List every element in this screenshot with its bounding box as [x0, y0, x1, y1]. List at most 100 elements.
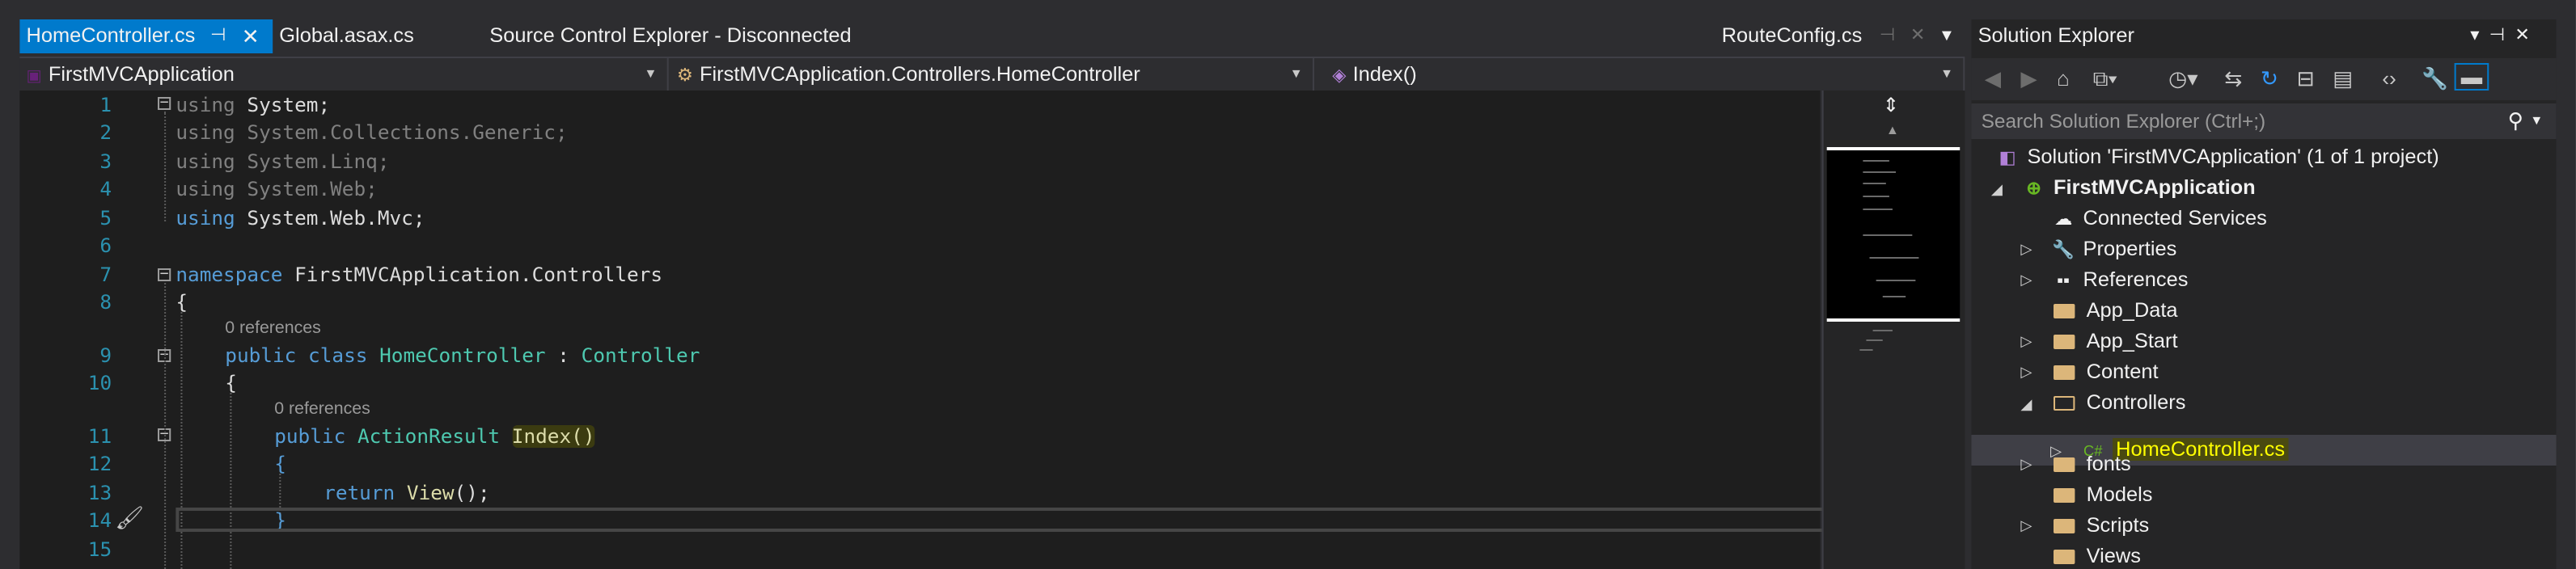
search-input[interactable]: Search Solution Explorer (Ctrl+;): [1982, 110, 2266, 133]
tree-properties[interactable]: 🔧 Properties: [2050, 234, 2176, 265]
panel-window-controls[interactable]: ▾⊣✕: [2470, 24, 2540, 45]
class-selector[interactable]: ⚙ FirstMVCApplication.Controllers.HomeCon…: [670, 58, 1314, 91]
code-line-9: public class HomeController : Controller: [225, 344, 700, 367]
tree-controllers[interactable]: Controllers: [2050, 388, 2185, 419]
search-icon[interactable]: ⚲: [2508, 108, 2523, 134]
project-selector[interactable]: ▣ FirstMVCApplication ▼: [19, 58, 669, 91]
member-selector[interactable]: ◈ Index() ▼: [1316, 58, 1965, 91]
collapsed-arrow-icon[interactable]: ▷: [2020, 333, 2032, 351]
project-selector-label: FirstMVCApplication: [48, 63, 235, 86]
folder-icon: [2054, 457, 2075, 472]
code-line-2: using System.Collections.Generic;: [176, 121, 568, 144]
tree-views[interactable]: Views: [2050, 542, 2141, 569]
line-number: 14: [87, 509, 112, 532]
pin-icon[interactable]: ⊣: [210, 19, 226, 53]
code-line-4: using System.Web;: [176, 178, 378, 200]
collapsed-arrow-icon[interactable]: ▷: [2020, 364, 2032, 381]
folder-icon: [2054, 488, 2075, 503]
code-line-11: public ActionResult Index(): [274, 425, 595, 448]
codelens-references[interactable]: 0 references: [274, 399, 370, 419]
highlighted-method-name: Index(): [511, 425, 595, 448]
expanded-arrow-icon[interactable]: ◢: [1991, 181, 2003, 199]
preview-selected-items-icon[interactable]: ▬: [2454, 63, 2489, 91]
line-number: 8: [99, 291, 112, 314]
line-number: 6: [99, 234, 112, 257]
tree-fonts[interactable]: fonts: [2050, 449, 2131, 480]
current-line-highlight: [176, 508, 1838, 532]
chevron-down-icon: ▼: [644, 66, 658, 81]
minimap-code-line: [1866, 339, 1883, 341]
class-icon: ⚙: [676, 66, 693, 86]
chevron-down-icon[interactable]: ▼: [2530, 113, 2543, 128]
show-all-files-icon[interactable]: ▤: [2333, 66, 2353, 92]
code-line-3: using System.Linq;: [176, 150, 390, 173]
tree-content[interactable]: Content: [2050, 357, 2159, 388]
tree-solution[interactable]: ◧ Solution 'FirstMVCApplication' (1 of 1 …: [1994, 142, 2439, 173]
minimap-code-line: [1863, 209, 1893, 210]
method-icon: ◈: [1332, 66, 1347, 86]
panel-title: Solution Explorer: [1977, 24, 2134, 47]
minimap-code-line: [1869, 257, 1919, 259]
scroll-up-arrow-icon[interactable]: ▲: [1886, 123, 1899, 137]
home-icon[interactable]: ⌂: [2057, 66, 2070, 91]
solution-explorer-search[interactable]: Search Solution Explorer (Ctrl+;) ⚲ ▼: [1971, 103, 2557, 139]
tab-list-dropdown-icon[interactable]: ▼: [1939, 19, 1955, 53]
tab-homecontroller[interactable]: HomeController.cs ⊣ ✕: [19, 19, 273, 53]
close-icon[interactable]: ✕: [242, 19, 260, 53]
line-number: 12: [87, 453, 112, 475]
minimap-scrollbar[interactable]: ⇕ ▲: [1821, 91, 1965, 569]
navigation-bar: ▣ FirstMVCApplication ▼ ⚙ FirstMVCApplicat…: [19, 57, 1965, 91]
minimap-code-line: [1882, 296, 1906, 297]
class-selector-label: FirstMVCApplication.Controllers.HomeCont…: [700, 63, 1140, 86]
properties-wrench-icon[interactable]: 🔧: [2422, 66, 2448, 92]
code-line-1: using System;: [176, 94, 331, 116]
line-number: 2: [99, 121, 112, 144]
collapsed-arrow-icon[interactable]: ▷: [2020, 241, 2032, 259]
minimap-code-line: [1863, 160, 1889, 162]
pending-changes-filter-icon[interactable]: ◷▾: [2168, 66, 2197, 92]
forward-icon[interactable]: ▶: [2020, 66, 2037, 92]
code-editor[interactable]: 1 2 3 4 5 6 7 8 9 10 11 12 13 14 15 − − − − using Syst…: [19, 91, 1838, 569]
line-number: 9: [99, 344, 112, 367]
code-line-8: {: [176, 291, 188, 314]
folder-open-icon: [2054, 396, 2075, 411]
tree-references[interactable]: ▪▪ References: [2050, 265, 2188, 296]
collapse-all-icon[interactable]: ⊟: [2297, 66, 2315, 92]
tree-project[interactable]: ⊕ FirstMVCApplication: [2020, 173, 2255, 204]
collapsed-arrow-icon[interactable]: ▷: [2020, 272, 2032, 289]
quick-actions-brush-icon[interactable]: 🖌: [115, 504, 144, 532]
fold-toggle[interactable]: −: [157, 268, 171, 282]
tree-connected-services[interactable]: ☁ Connected Services: [2050, 204, 2267, 234]
back-icon[interactable]: ◀: [1985, 66, 2001, 92]
view-code-icon[interactable]: ‹›: [2382, 66, 2396, 91]
tab-pin-close-icons[interactable]: ⊣ ✕: [1880, 19, 1926, 53]
split-handle-icon[interactable]: ⇕: [1883, 94, 1899, 116]
tree-models[interactable]: Models: [2050, 480, 2152, 511]
solution-explorer-toolbar: ◀ ▶ ⌂ ⧉▾ ◷▾ ⇆ ↻ ⊟ ▤ ‹› 🔧 ▬: [1971, 58, 2557, 100]
tab-routeconfig[interactable]: RouteConfig.cs: [1722, 19, 1863, 53]
line-number: 7: [99, 263, 112, 286]
fold-toggle[interactable]: −: [157, 96, 171, 111]
collapsed-arrow-icon[interactable]: ▷: [2020, 456, 2032, 474]
line-number: 15: [87, 538, 112, 561]
minimap-code-line: [1872, 330, 1893, 331]
minimap-code-line: [1859, 349, 1873, 351]
line-number: 13: [87, 482, 112, 504]
tree-app-data[interactable]: App_Data: [2050, 296, 2178, 327]
member-selector-label: Index(): [1352, 63, 1417, 86]
tree-scripts[interactable]: Scripts: [2050, 511, 2149, 542]
document-tab-bar: HomeController.cs ⊣ ✕ Global.asax.cs Sou…: [19, 19, 1965, 53]
tree-app-start[interactable]: App_Start: [2050, 327, 2178, 357]
switch-views-icon[interactable]: ⧉▾: [2093, 66, 2117, 92]
code-line-10: {: [225, 372, 237, 394]
minimap-viewport[interactable]: [1826, 147, 1961, 322]
codelens-references[interactable]: 0 references: [225, 318, 321, 338]
tab-global-asax[interactable]: Global.asax.cs: [279, 19, 414, 53]
tab-label: HomeController.cs: [26, 24, 196, 47]
code-line-7: namespace FirstMVCApplication.Controller…: [176, 263, 663, 286]
sync-with-document-icon[interactable]: ⇆: [2224, 66, 2242, 92]
collapsed-arrow-icon[interactable]: ▷: [2020, 517, 2032, 535]
expanded-arrow-icon[interactable]: ◢: [2020, 396, 2032, 414]
tab-source-control-explorer[interactable]: Source Control Explorer - Disconnected: [489, 19, 851, 53]
refresh-icon[interactable]: ↻: [2261, 66, 2278, 92]
